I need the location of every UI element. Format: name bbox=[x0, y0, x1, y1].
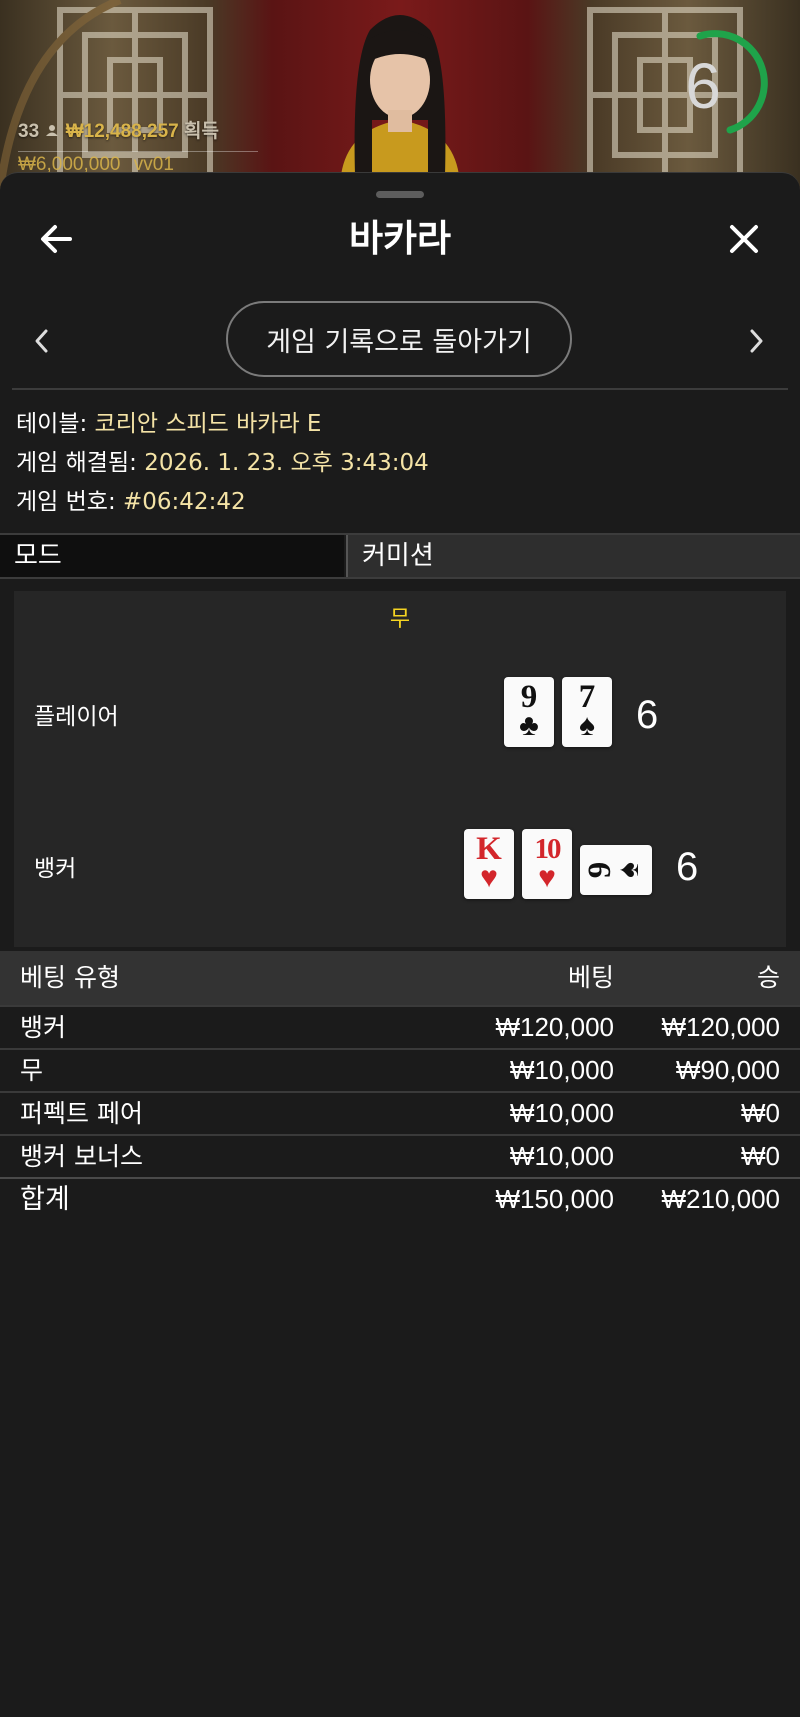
total-won-amount: ₩12,488,257 bbox=[65, 121, 179, 142]
total-bet: ₩150,000 bbox=[495, 1184, 614, 1214]
next-game-button[interactable] bbox=[744, 323, 768, 359]
bet-table: 베팅 유형 베팅 승 뱅커 ₩120,000 ₩120,000 무 ₩10,00… bbox=[0, 951, 800, 1220]
win-amount-cell: ₩0 bbox=[741, 1098, 780, 1128]
close-button[interactable] bbox=[724, 219, 764, 259]
mode-label: 모드 bbox=[0, 535, 344, 577]
win-amount-cell: ₩90,000 bbox=[675, 1055, 780, 1085]
header-win: 승 bbox=[756, 963, 780, 992]
table-row: 퍼펙트 페어 ₩10,000 ₩0 bbox=[0, 1091, 800, 1134]
player-count: 33 bbox=[18, 121, 40, 142]
previous-game-button[interactable] bbox=[30, 323, 54, 359]
game-detail-sheet: 바카라 게임 기록으로 돌아가기 테이블: 코리안 스피드 바카라 E 게임 해… bbox=[0, 172, 800, 1717]
banker-score: 6 bbox=[676, 845, 699, 889]
table-row: 뱅커 보너스 ₩10,000 ₩0 bbox=[0, 1134, 800, 1177]
bet-type-cell: 퍼펙트 페어 bbox=[20, 1099, 143, 1128]
table-value: 코리안 스피드 바카라 E bbox=[94, 411, 322, 437]
close-icon bbox=[730, 225, 758, 253]
chevron-right-icon bbox=[750, 329, 763, 353]
bet-amount-cell: ₩10,000 bbox=[509, 1055, 614, 1085]
win-amount-cell: ₩120,000 bbox=[661, 1012, 780, 1042]
game-number-value: #06:42:42 bbox=[123, 489, 246, 515]
card-suit: ♠ bbox=[612, 862, 645, 878]
won-label: 획득 bbox=[184, 121, 219, 142]
game-info: 테이블: 코리안 스피드 바카라 E 게임 해결됨: 2026. 1. 23. … bbox=[16, 405, 429, 522]
table-info-row: 테이블: 코리안 스피드 바카라 E bbox=[16, 405, 429, 444]
bet-table-header: 베팅 유형 베팅 승 bbox=[0, 951, 800, 1005]
dealer-image bbox=[340, 15, 460, 190]
countdown-timer-value: 6 bbox=[685, 50, 721, 122]
player-card: 9 ♣ bbox=[504, 677, 554, 747]
game-number-label: 게임 번호: bbox=[16, 489, 116, 515]
banker-card: K ♥ bbox=[464, 829, 514, 899]
bet-type-cell: 뱅커 보너스 bbox=[20, 1142, 143, 1171]
stats-divider bbox=[18, 151, 258, 152]
back-to-history-button[interactable]: 게임 기록으로 돌아가기 bbox=[226, 301, 572, 377]
bet-type-cell: 뱅커 bbox=[20, 1013, 67, 1042]
card-suit: ♠ bbox=[579, 709, 595, 742]
bet-type-cell: 무 bbox=[20, 1056, 44, 1085]
card-suit: ♥ bbox=[538, 861, 556, 894]
header-bet: 베팅 bbox=[567, 963, 614, 992]
resolved-label: 게임 해결됨: bbox=[16, 450, 137, 476]
game-number-row: 게임 번호: #06:42:42 bbox=[16, 483, 429, 522]
mode-row: 모드 커미션 bbox=[0, 533, 800, 579]
card-suit: ♣ bbox=[519, 709, 539, 742]
resolved-info-row: 게임 해결됨: 2026. 1. 23. 오후 3:43:04 bbox=[16, 444, 429, 483]
bet-amount-cell: ₩120,000 bbox=[495, 1012, 614, 1042]
chevron-left-icon bbox=[35, 329, 48, 353]
player-card: 7 ♠ bbox=[562, 677, 612, 747]
table-row: 뱅커 ₩120,000 ₩120,000 bbox=[0, 1005, 800, 1048]
banker-card: 10 ♥ bbox=[522, 829, 572, 899]
header-bet-type: 베팅 유형 bbox=[20, 963, 120, 992]
bet-amount-cell: ₩10,000 bbox=[509, 1098, 614, 1128]
total-win: ₩210,000 bbox=[661, 1184, 780, 1214]
page-title: 바카라 bbox=[348, 217, 452, 260]
total-label: 합계 bbox=[20, 1184, 70, 1215]
live-video-feed: 33 ₩12,488,257 획득 ₩6,000,000 vv01 6 bbox=[0, 0, 800, 190]
banker-third-card: 9 ♠ bbox=[580, 845, 652, 895]
card-suit: ♥ bbox=[480, 861, 498, 894]
card-face: 9 ♠ bbox=[580, 845, 652, 895]
section-divider bbox=[12, 388, 788, 390]
table-stats: 33 ₩12,488,257 획득 bbox=[18, 116, 258, 158]
sheet-drag-handle[interactable] bbox=[376, 191, 424, 198]
player-score: 6 bbox=[636, 693, 659, 737]
table-label: 테이블: bbox=[16, 411, 88, 437]
resolved-value: 2026. 1. 23. 오후 3:43:04 bbox=[144, 450, 429, 476]
win-amount-cell: ₩0 bbox=[741, 1141, 780, 1171]
mode-value: 커미션 bbox=[346, 535, 800, 577]
round-outcome: 무 bbox=[389, 607, 411, 632]
player-label: 플레이어 bbox=[34, 704, 119, 730]
total-row: 합계 ₩150,000 ₩210,000 bbox=[0, 1177, 800, 1220]
table-row: 무 ₩10,000 ₩90,000 bbox=[0, 1048, 800, 1091]
round-result-panel: 무 플레이어 9 ♣ 7 ♠ 6 뱅커 K ♥ 10 ♥ 9 ♠ 6 bbox=[14, 591, 786, 947]
bet-amount-cell: ₩10,000 bbox=[509, 1141, 614, 1171]
banker-label: 뱅커 bbox=[34, 856, 77, 882]
person-icon bbox=[46, 125, 59, 136]
